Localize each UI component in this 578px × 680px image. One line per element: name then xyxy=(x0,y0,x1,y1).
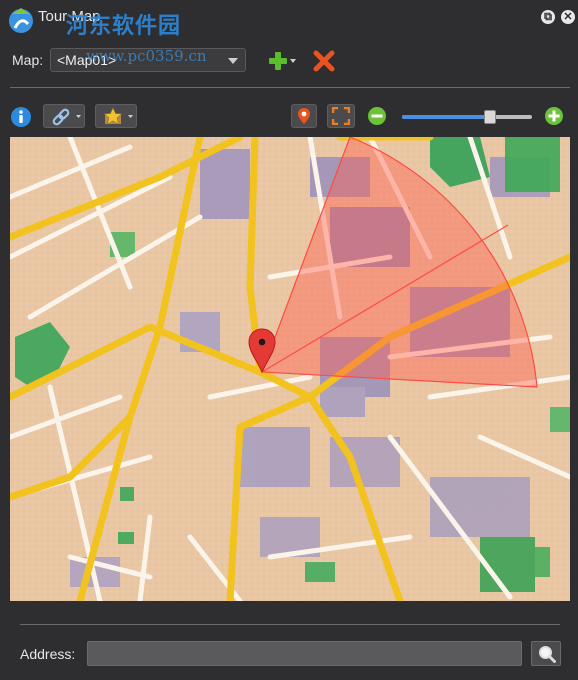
info-button[interactable] xyxy=(10,106,32,128)
chevron-down-icon xyxy=(228,58,238,64)
map-pin-icon xyxy=(298,108,310,124)
search-button[interactable] xyxy=(531,641,561,666)
address-input[interactable] xyxy=(87,641,522,666)
app-logo-icon xyxy=(9,8,33,33)
zoom-in-icon xyxy=(545,107,563,125)
divider xyxy=(10,87,570,88)
map-label: Map: xyxy=(12,52,44,68)
title-bar: Tour Map 河东软件园 ⧉ ✕ xyxy=(0,0,578,39)
fit-to-screen-button[interactable] xyxy=(327,104,355,128)
close-window-button[interactable]: ✕ xyxy=(561,10,575,24)
zoom-slider-fill xyxy=(402,115,491,119)
plus-icon xyxy=(269,52,287,70)
delete-map-button[interactable] xyxy=(312,48,336,74)
zoom-out-icon xyxy=(368,107,386,125)
watermark-text: 河东软件园 xyxy=(66,13,182,39)
add-map-button[interactable] xyxy=(266,48,298,74)
chevron-down-icon xyxy=(290,59,296,63)
watermark-url: www.pc0359.cn xyxy=(86,47,207,65)
bookmark-button[interactable] xyxy=(95,104,137,128)
link-button[interactable] xyxy=(43,104,85,128)
search-icon xyxy=(539,646,556,663)
restore-window-button[interactable]: ⧉ xyxy=(541,10,555,24)
close-icon xyxy=(313,50,335,72)
zoom-out-button[interactable] xyxy=(367,106,387,126)
zoom-slider[interactable] xyxy=(402,110,532,124)
place-pin-button[interactable] xyxy=(291,104,317,128)
map-canvas[interactable] xyxy=(10,137,570,601)
zoom-in-button[interactable] xyxy=(544,106,564,126)
zoom-slider-thumb[interactable] xyxy=(484,110,497,124)
link-icon xyxy=(52,108,81,126)
bookmark-star-icon xyxy=(103,107,133,125)
fit-screen-icon xyxy=(332,107,350,125)
divider xyxy=(20,624,560,625)
address-label: Address: xyxy=(20,646,76,662)
